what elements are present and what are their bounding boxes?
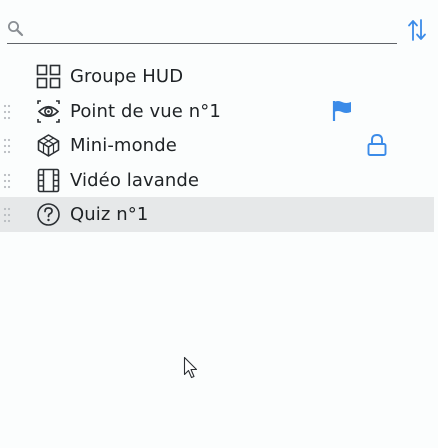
- tree-row-label: Quiz n°1: [70, 204, 149, 225]
- question-icon: [37, 203, 60, 226]
- tree-row-label: Groupe HUD: [70, 66, 184, 87]
- drag-handle-icon[interactable]: [3, 104, 11, 120]
- search-input[interactable]: [29, 18, 393, 42]
- tree-row-groupe-hud[interactable]: Groupe HUD: [0, 59, 434, 94]
- group-grid-icon: [36, 64, 61, 89]
- drag-handle-icon[interactable]: [3, 173, 11, 189]
- drag-handle-icon[interactable]: [3, 207, 11, 223]
- search-icon: [8, 21, 24, 37]
- drag-handle-icon[interactable]: [3, 138, 11, 154]
- flag-icon[interactable]: [331, 100, 353, 122]
- cube-icon: [37, 134, 60, 157]
- lock-icon[interactable]: [366, 133, 388, 157]
- layers-panel: Groupe HUD Point de vue n°1 Mini-monde V…: [0, 0, 438, 448]
- tree-row-mini-monde[interactable]: Mini-monde: [0, 128, 434, 163]
- mouse-cursor-icon: [183, 356, 198, 379]
- tree-row-video-lavande[interactable]: Vidéo lavande: [0, 163, 434, 198]
- layer-tree: Groupe HUD Point de vue n°1 Mini-monde V…: [0, 59, 434, 232]
- tree-row-point-de-vue[interactable]: Point de vue n°1: [0, 94, 434, 129]
- tree-row-label: Mini-monde: [70, 135, 177, 156]
- tree-row-quiz[interactable]: Quiz n°1: [0, 197, 434, 232]
- tree-row-label: Vidéo lavande: [70, 169, 200, 191]
- tree-row-label: Point de vue n°1: [70, 100, 221, 122]
- sort-icon[interactable]: [405, 17, 429, 43]
- search-bar: [7, 14, 397, 44]
- film-icon: [37, 168, 60, 192]
- viewpoint-eye-icon: [37, 99, 60, 123]
